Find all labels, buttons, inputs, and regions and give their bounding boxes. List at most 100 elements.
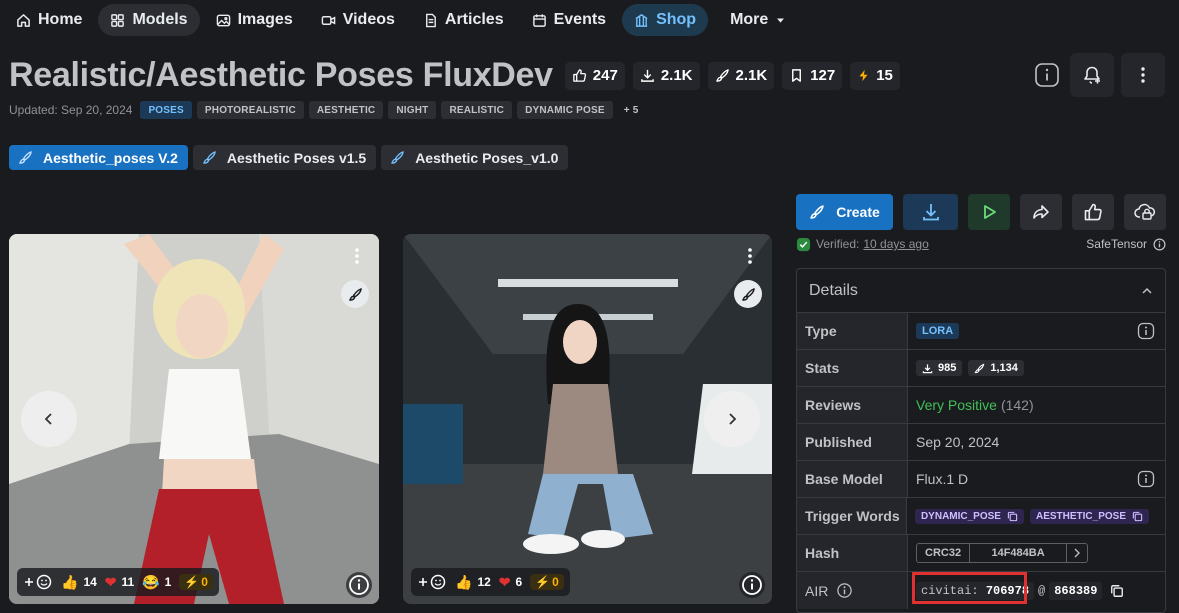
brush-icon	[974, 363, 985, 373]
cloud-lock-button[interactable]	[1124, 194, 1166, 230]
image-info-button[interactable]	[739, 572, 765, 598]
reaction-heart[interactable]: ❤ 11	[105, 575, 134, 589]
nav-models[interactable]: Models	[98, 4, 200, 36]
info-icon	[349, 575, 369, 595]
brush-icon	[810, 205, 824, 219]
copy-icon[interactable]	[1110, 584, 1124, 598]
info-icon	[742, 575, 762, 595]
tag-poses[interactable]: POSES	[140, 101, 192, 119]
carousel-prev-button[interactable]	[21, 391, 77, 447]
tag-photorealistic[interactable]: PHOTOREALISTIC	[196, 101, 304, 119]
likes-stat[interactable]: 247	[564, 61, 625, 90]
base-model-value: Flux.1 D	[916, 471, 969, 487]
chevron-right-icon	[729, 413, 737, 425]
carousel-next-button[interactable]	[704, 391, 760, 447]
reaction-like[interactable]: 👍 14	[61, 575, 97, 589]
details-row-reviews: Reviews Very Positive (142)	[797, 387, 1165, 424]
image-menu-button[interactable]	[345, 244, 369, 268]
like-button[interactable]	[1072, 194, 1114, 230]
trigger-word-chip[interactable]: DYNAMIC_POSE	[914, 508, 1024, 524]
image-card-1[interactable]: 👍 14 ❤ 11 😂 1 ⚡ 0	[9, 234, 379, 604]
cloud-lock-icon	[1134, 203, 1155, 220]
hash-widget[interactable]: CRC32 14F484BA	[916, 543, 1089, 563]
label-stats: Stats	[797, 350, 908, 386]
reaction-heart[interactable]: ❤ 6	[499, 575, 522, 589]
info-icon[interactable]	[1137, 322, 1155, 340]
nav-articles[interactable]: Articles	[411, 4, 516, 36]
add-reaction-button[interactable]	[23, 574, 53, 590]
nav-events[interactable]: Events	[520, 4, 618, 36]
create-button[interactable]: Create	[796, 194, 893, 230]
hash-next-button[interactable]	[1067, 544, 1087, 562]
details-row-stats: Stats 985 1,134	[797, 350, 1165, 387]
brush-icon	[741, 287, 755, 301]
info-icon[interactable]	[1153, 238, 1166, 251]
more-menu-button[interactable]	[1121, 53, 1165, 97]
video-icon	[321, 15, 336, 25]
verified-date-link[interactable]: 10 days ago	[863, 237, 928, 251]
shop-icon	[635, 13, 648, 27]
nav-home[interactable]: Home	[4, 4, 94, 36]
add-reaction-button[interactable]	[417, 574, 447, 590]
reviews-link[interactable]: Very Positive (142)	[908, 387, 1165, 423]
label-reviews: Reviews	[797, 387, 908, 423]
share-button[interactable]	[1020, 194, 1062, 230]
nav-videos[interactable]: Videos	[309, 4, 407, 36]
add-emoji-icon	[25, 574, 52, 590]
nav-more[interactable]: More	[718, 4, 798, 36]
reaction-laugh[interactable]: 😂 1	[142, 575, 171, 589]
run-button[interactable]	[968, 194, 1010, 230]
add-emoji-icon	[419, 574, 446, 590]
download-icon	[922, 204, 939, 221]
article-icon	[425, 13, 436, 27]
verified-shield-icon	[796, 237, 811, 251]
trigger-word-chip[interactable]: AESTHETIC_POSE	[1029, 508, 1149, 524]
tags-more[interactable]: + 5	[618, 101, 645, 119]
heart-icon: ❤	[498, 574, 511, 590]
version-tab-v2[interactable]: Aesthetic_poses V.2	[9, 145, 188, 170]
version-tab-v10[interactable]: Aesthetic Poses_v1.0	[381, 145, 569, 170]
hash-type[interactable]: CRC32	[917, 544, 971, 562]
remix-button[interactable]	[734, 280, 762, 308]
meta-row: Updated: Sep 20, 2024 POSES PHOTOREALIST…	[9, 101, 644, 119]
tag-aesthetic[interactable]: AESTHETIC	[308, 101, 384, 119]
info-icon[interactable]	[1137, 470, 1155, 488]
details-header[interactable]: Details	[797, 269, 1165, 313]
nav-images[interactable]: Images	[204, 4, 305, 36]
generations-badge: 1,134	[968, 360, 1024, 376]
chevron-up-icon	[1142, 287, 1152, 294]
bell-plus-icon	[1084, 66, 1100, 84]
generations-stat: 2.1K	[707, 61, 775, 90]
tag-realistic[interactable]: REALISTIC	[441, 101, 513, 119]
thumbs-up-icon: 👍	[61, 574, 79, 590]
reaction-buzz[interactable]: ⚡ 0	[179, 574, 213, 590]
tag-night[interactable]: NIGHT	[388, 101, 437, 119]
chevron-down-icon	[777, 17, 785, 23]
reaction-like[interactable]: 👍 12	[455, 575, 491, 589]
image-info-button[interactable]	[346, 572, 372, 598]
info-icon[interactable]	[836, 582, 853, 599]
download-button[interactable]	[903, 194, 958, 230]
tag-dynamic-pose[interactable]: DYNAMIC POSE	[517, 101, 613, 119]
details-row-trigger-words: Trigger Words DYNAMIC_POSE AESTHETIC_POS…	[797, 498, 1165, 535]
label-base-model: Base Model	[797, 461, 908, 497]
remix-button[interactable]	[341, 280, 369, 308]
label-published: Published	[797, 424, 908, 460]
laugh-icon: 😂	[142, 574, 160, 590]
nav-shop[interactable]: Shop	[622, 4, 709, 36]
version-tab-v15[interactable]: Aesthetic Poses v1.5	[192, 145, 377, 170]
reaction-buzz[interactable]: ⚡ 0	[530, 574, 564, 590]
brush-icon	[203, 151, 216, 164]
verified-row: Verified: 10 days ago SafeTensor	[796, 236, 1166, 252]
info-button[interactable]	[1025, 53, 1069, 97]
image-card-2[interactable]: 👍 12 ❤ 6 ⚡ 0	[403, 234, 772, 604]
notify-button[interactable]	[1070, 53, 1114, 97]
buzz-stat[interactable]: 15	[850, 61, 900, 90]
bolt-icon: ⚡	[535, 575, 551, 589]
brush-icon	[391, 151, 404, 164]
thumbs-up-icon: 👍	[455, 574, 473, 590]
bookmark-icon	[792, 69, 802, 82]
image-menu-button[interactable]	[738, 244, 762, 268]
bookmarks-stat[interactable]: 127	[782, 61, 843, 90]
dots-vertical-icon	[748, 248, 752, 264]
